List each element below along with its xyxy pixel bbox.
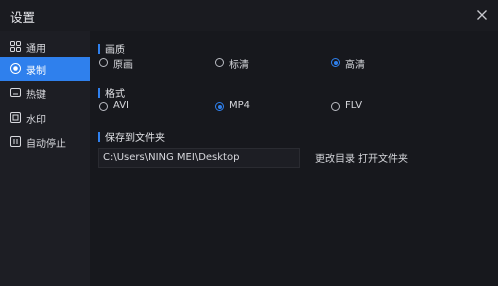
quality-title: 画质 [105,45,125,56]
format-section-title: 格式 [98,85,125,100]
save-path-field[interactable]: C:\Users\NING MEI\Desktop [98,148,300,168]
sidebar-item-auto-stop[interactable]: 自动停止 [0,130,90,154]
keyboard-icon [10,87,21,98]
radio-label: FLV [345,100,363,111]
radio-circle [331,58,340,67]
auto-stop-icon [10,136,21,147]
close-icon[interactable] [474,7,490,23]
watermark-icon [10,112,21,123]
sidebar-item-label: 热键 [26,90,46,101]
sidebar-item-record[interactable]: 录制 [0,57,90,81]
title-bar: 设置 [0,0,498,31]
radio-circle [331,102,340,111]
sidebar-item-label: 录制 [26,66,46,77]
settings-window: 设置 通用 录制 热键 水印 自动停止 画质 原画 标清 高清 格式 AVI M… [0,0,498,286]
sidebar: 通用 录制 热键 水印 自动停止 [0,31,90,286]
window-title: 设置 [10,10,36,25]
record-icon [10,63,21,74]
radio-circle [215,102,224,111]
sidebar-item-label: 自动停止 [26,139,66,150]
radio-circle [215,58,224,67]
sidebar-item-label: 通用 [26,44,46,55]
sidebar-item-label: 水印 [26,115,46,126]
save-section-title: 保存到文件夹 [98,129,165,144]
radio-label: MP4 [229,100,251,111]
open-folder-button[interactable]: 打开文件夹 [358,150,408,165]
format-title: 格式 [105,89,125,100]
radio-label: 高清 [345,60,365,71]
save-title: 保存到文件夹 [105,133,165,144]
section-accent-bar [98,132,100,142]
radio-circle [99,102,108,111]
radio-label: 标清 [229,60,249,71]
sidebar-item-hotkeys[interactable]: 热键 [0,81,90,105]
radio-label: AVI [113,100,129,111]
sidebar-item-general[interactable]: 通用 [0,35,90,59]
sidebar-item-watermark[interactable]: 水印 [0,106,90,130]
section-accent-bar [98,44,100,54]
section-accent-bar [98,88,100,98]
change-directory-button[interactable]: 更改目录 [315,150,355,165]
quality-section-title: 画质 [98,41,125,56]
settings-content: 画质 原画 标清 高清 格式 AVI MP4 FLV 保存到文件夹 C:\Use… [90,31,498,286]
grid-icon [10,41,21,52]
radio-label: 原画 [113,60,133,71]
radio-circle [99,58,108,67]
